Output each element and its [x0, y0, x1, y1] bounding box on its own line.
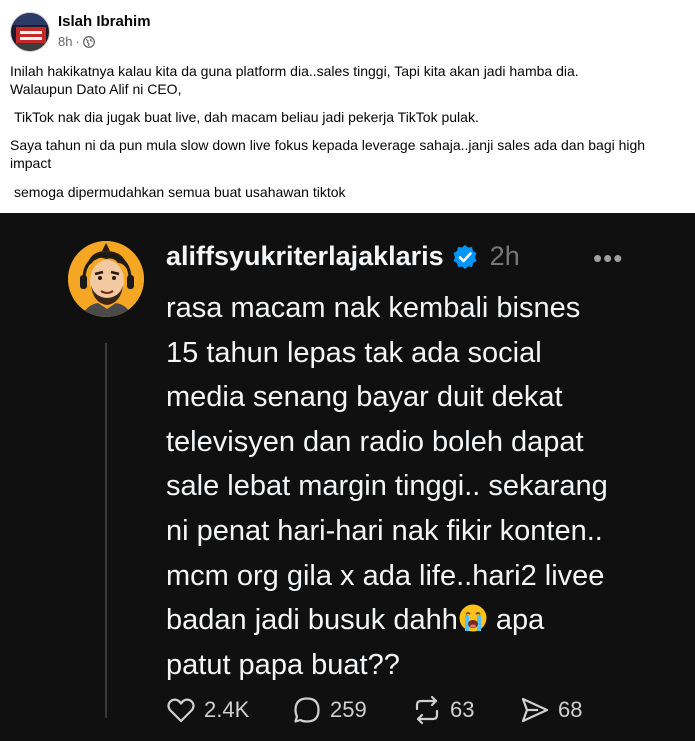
- repost-button[interactable]: 63: [412, 695, 474, 725]
- thread-line: 15 tahun lepas tak ada social: [166, 336, 542, 369]
- post-paragraph: semoga dipermudahkan semua buat usahawan…: [14, 184, 346, 200]
- post-time[interactable]: 8h: [58, 34, 72, 49]
- repost-count: 63: [450, 697, 475, 722]
- author-name[interactable]: Islah Ibrahim: [58, 13, 151, 30]
- thread-line: ni penat hari-hari nak fikir konten..: [166, 514, 603, 547]
- reply-button[interactable]: 259: [292, 695, 367, 725]
- repost-icon: [415, 695, 439, 725]
- thread-username[interactable]: aliffsyukriterlajaklaris: [166, 241, 444, 272]
- thread-line: patut papa buat??: [166, 648, 400, 681]
- thread-author-avatar[interactable]: [68, 241, 144, 317]
- comment-icon: [294, 697, 320, 723]
- like-count: 2.4K: [204, 697, 250, 722]
- thread-line-part: apa: [495, 604, 545, 637]
- post-paragraph: Saya tahun ni da pun mula slow down live…: [10, 137, 646, 171]
- author-avatar[interactable]: [10, 12, 50, 52]
- thread-line: sale lebat margin tinggi.. sekarang: [166, 470, 608, 503]
- verified-badge-icon: [453, 244, 477, 269]
- thread-connector-line: [105, 343, 107, 718]
- thread-line: televisyen dan radio boleh dapat: [166, 425, 584, 458]
- thread-text: rasa macam nak kembali bisnes 15 tahun l…: [166, 286, 666, 687]
- share-button[interactable]: 68: [520, 695, 582, 725]
- thread-line-with-emoji: badan jadi busuk dahh apa: [166, 598, 666, 643]
- post-meta: 8h ·: [58, 34, 95, 49]
- share-count: 68: [558, 697, 583, 722]
- post-paragraph: TikTok nak dia jugak buat live, dah maca…: [14, 109, 479, 125]
- globe-icon[interactable]: [82, 35, 95, 48]
- crying-face-emoji-icon: [459, 604, 487, 632]
- thread-line: mcm org gila x ada life..hari2 livee: [166, 559, 605, 592]
- threads-screenshot: aliffsyukriterlajaklaris 2h ••• rasa mac…: [0, 213, 695, 741]
- more-options-icon[interactable]: •••: [593, 243, 623, 274]
- thread-header: aliffsyukriterlajaklaris 2h: [166, 241, 520, 272]
- thread-line: rasa macam nak kembali bisnes: [166, 292, 581, 324]
- meta-separator: ·: [75, 34, 80, 49]
- send-icon: [521, 697, 549, 723]
- thread-line-part: badan jadi busuk dahh: [166, 604, 458, 637]
- heart-icon: [167, 698, 195, 723]
- like-button[interactable]: 2.4K: [166, 695, 249, 725]
- post-paragraph: Inilah hakikatnya kalau kita da guna pla…: [10, 63, 579, 97]
- facebook-post: Islah Ibrahim 8h · Inilah hakikatnya kal…: [0, 0, 695, 213]
- thread-time: 2h: [489, 241, 520, 271]
- reply-count: 259: [330, 697, 367, 722]
- thread-line: media senang bayar duit dekat: [166, 381, 563, 414]
